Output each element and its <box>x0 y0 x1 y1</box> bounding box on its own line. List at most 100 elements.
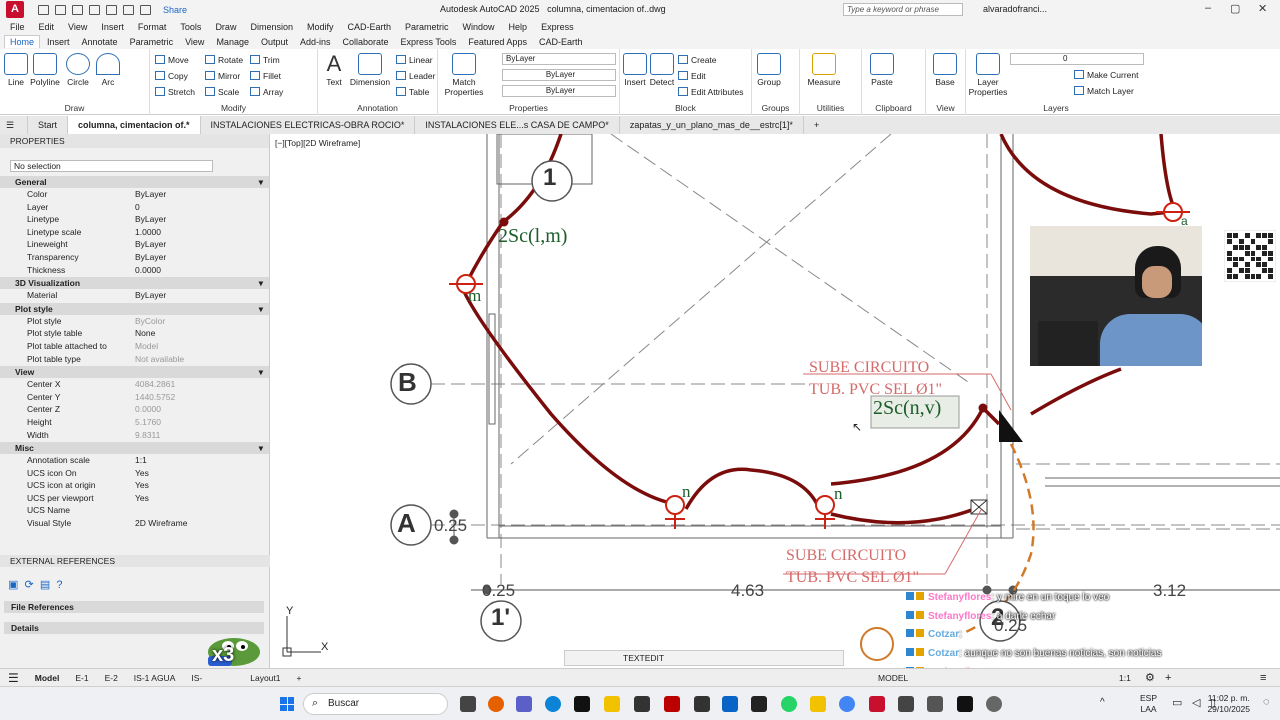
property-row[interactable]: Center Y 1440.5752 <box>0 391 269 404</box>
whatsapp-icon[interactable] <box>781 696 797 712</box>
autocad-taskbar-icon[interactable] <box>869 696 885 712</box>
polyline-button[interactable]: Polyline <box>28 53 62 87</box>
plot-icon[interactable] <box>106 4 117 15</box>
property-value[interactable]: 1:1 <box>108 454 269 467</box>
property-row[interactable]: UCS icon at origin Yes <box>0 479 269 492</box>
property-row[interactable]: Thickness 0.0000 <box>0 264 269 277</box>
autocad-logo-icon[interactable]: A <box>6 1 24 18</box>
tiktok-icon[interactable] <box>574 696 590 712</box>
property-row[interactable]: Transparency ByLayer <box>0 251 269 264</box>
property-value[interactable]: Yes <box>108 467 269 480</box>
trim-button[interactable]: Trim <box>250 55 280 65</box>
color-dropdown[interactable]: ByLayer <box>502 53 616 65</box>
taskbar-clock[interactable]: 11:02 p. m. 29/10/2025 <box>1207 693 1250 715</box>
doc-tab-instalaciones-rocio[interactable]: INSTALACIONES ELECTRICAS-OBRA ROCIO* <box>201 116 416 134</box>
file-references-header[interactable]: File References <box>4 601 264 613</box>
scale-button[interactable]: Scale <box>205 87 239 97</box>
capcut-icon[interactable] <box>751 696 767 712</box>
layout-tab-is1-agua[interactable]: IS-1 AGUA <box>126 673 184 683</box>
section-header-view[interactable]: View <box>0 366 269 379</box>
stretch-button[interactable]: Stretch <box>155 87 195 97</box>
linear-button[interactable]: Linear <box>396 55 433 65</box>
menu-format[interactable]: Format <box>138 22 167 32</box>
customize-icon[interactable]: ≡ <box>1260 672 1266 684</box>
doc-tab-zapatas[interactable]: zapatas_y_un_plano_mas_de__estrc[1]* <box>620 116 804 134</box>
volume-icon[interactable]: ◁ <box>1192 696 1200 709</box>
property-row[interactable]: Layer 0 <box>0 201 269 214</box>
teams-icon[interactable] <box>516 696 532 712</box>
undo-icon[interactable] <box>123 4 134 15</box>
attach-icon[interactable]: ▣ <box>8 579 18 591</box>
section-header-3d-visualization[interactable]: 3D Visualization <box>0 277 269 290</box>
edit-button[interactable]: Edit <box>678 71 706 81</box>
tab-view[interactable]: View <box>180 36 209 48</box>
saveas-icon[interactable] <box>89 4 100 15</box>
app-icon-2[interactable] <box>898 696 914 712</box>
close-icon[interactable]: ✕ <box>1258 2 1267 15</box>
tab-add-ins[interactable]: Add-ins <box>295 36 336 48</box>
new-icon[interactable] <box>38 4 49 15</box>
menu-cad-earth[interactable]: CAD-Earth <box>348 22 392 32</box>
property-value[interactable]: ByLayer <box>108 188 269 201</box>
property-value[interactable]: ByColor <box>108 315 269 328</box>
property-value[interactable]: Yes <box>108 492 269 505</box>
rotate-button[interactable]: Rotate <box>205 55 243 65</box>
task-view-icon[interactable] <box>460 696 476 712</box>
arc-button[interactable]: Arc <box>96 53 120 87</box>
mirror-button[interactable]: Mirror <box>205 71 240 81</box>
tab-output[interactable]: Output <box>256 36 293 48</box>
measure-button[interactable]: Measure <box>804 53 844 87</box>
menu-help[interactable]: Help <box>509 22 528 32</box>
match-properties-button[interactable]: Match Properties <box>444 53 484 97</box>
move-button[interactable]: Move <box>155 55 189 65</box>
share-button[interactable]: Share <box>163 5 187 15</box>
menu-view[interactable]: View <box>68 22 87 32</box>
doc-tab-start[interactable]: Start <box>28 116 69 134</box>
make-current-button[interactable]: Make Current <box>1074 70 1139 80</box>
menu-draw[interactable]: Draw <box>215 22 236 32</box>
property-row[interactable]: Plot table type Not available <box>0 353 269 366</box>
doc-tab-instalaciones-campo[interactable]: INSTALACIONES ELE...s CASA DE CAMPO* <box>415 116 620 134</box>
property-value[interactable]: 2D Wireframe <box>108 517 269 530</box>
annotation-scale[interactable]: 1:1 <box>1119 673 1131 683</box>
redo-icon[interactable] <box>140 4 151 15</box>
github-icon[interactable] <box>957 696 973 712</box>
section-header-general[interactable]: General <box>0 176 269 188</box>
layout-tab-is[interactable]: IS- <box>183 673 242 683</box>
taskbar-search[interactable]: Buscar <box>303 693 448 715</box>
match-layer-button[interactable]: Match Layer <box>1074 86 1134 96</box>
refresh-icon[interactable]: ⟳ <box>25 579 34 591</box>
details-header[interactable]: Details <box>4 622 264 634</box>
tab-parametric[interactable]: Parametric <box>125 36 179 48</box>
property-value[interactable]: 1.0000 <box>108 226 269 239</box>
property-row[interactable]: Linetype scale 1.0000 <box>0 226 269 239</box>
property-row[interactable]: Plot style table None <box>0 327 269 340</box>
property-row[interactable]: UCS per viewport Yes <box>0 492 269 505</box>
lineweight-dropdown[interactable]: ByLayer <box>502 85 616 97</box>
menu-express[interactable]: Express <box>541 22 574 32</box>
selection-dropdown[interactable]: No selection <box>10 160 213 172</box>
tab-featured-apps[interactable]: Featured Apps <box>463 36 532 48</box>
obs-icon[interactable] <box>634 696 650 712</box>
property-row[interactable]: Center Z 0.0000 <box>0 403 269 416</box>
text-button[interactable]: A Text <box>320 53 348 88</box>
property-value[interactable] <box>108 504 269 517</box>
menu-modify[interactable]: Modify <box>307 22 334 32</box>
folder-icon[interactable] <box>810 696 826 712</box>
user-account[interactable]: alvaradofranci... <box>983 4 1047 14</box>
property-row[interactable]: Color ByLayer <box>0 188 269 201</box>
property-value[interactable]: 0.0000 <box>108 403 269 416</box>
property-value[interactable]: ByLayer <box>108 213 269 226</box>
property-value[interactable]: 1440.5752 <box>108 391 269 404</box>
tab-express-tools[interactable]: Express Tools <box>396 36 462 48</box>
line-button[interactable]: Line <box>3 53 29 87</box>
property-value[interactable]: 0.0000 <box>108 264 269 277</box>
steam-icon[interactable] <box>986 696 1002 712</box>
property-value[interactable]: None <box>108 327 269 340</box>
status-menu-icon[interactable]: ☰ <box>0 671 27 685</box>
menu-parametric[interactable]: Parametric <box>405 22 449 32</box>
layout-tab-model[interactable]: Model <box>27 673 68 683</box>
file-explorer-icon[interactable] <box>604 696 620 712</box>
app-icon[interactable] <box>694 696 710 712</box>
netflix-icon[interactable] <box>664 696 680 712</box>
